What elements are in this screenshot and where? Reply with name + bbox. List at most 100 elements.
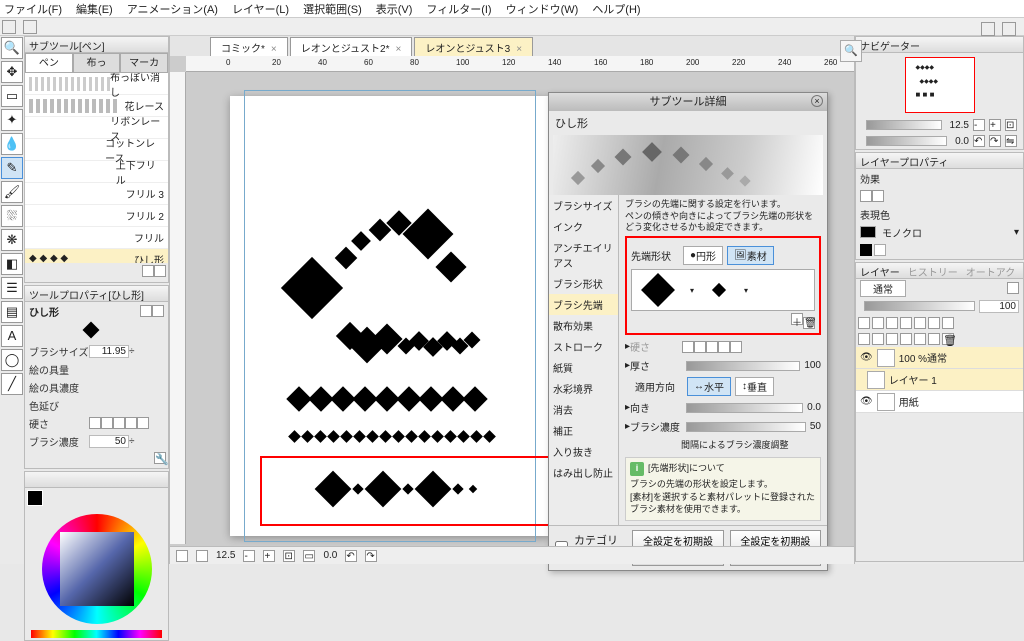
layer-btn[interactable] xyxy=(900,333,912,345)
close-icon[interactable]: × xyxy=(396,44,402,55)
val-brush-density2[interactable]: 50 xyxy=(810,421,821,432)
cmd-icon[interactable] xyxy=(23,20,37,34)
tool-blend[interactable]: ☰ xyxy=(1,277,23,299)
tip-material-well[interactable]: ▾ ▾ xyxy=(631,269,815,311)
fit-icon[interactable]: ▭ xyxy=(303,550,315,562)
tip-material[interactable]: 🖼 素材 xyxy=(727,246,774,265)
val-brush-size[interactable]: 11.95 xyxy=(89,345,129,358)
doc-tab[interactable]: レオンとジュスト2*× xyxy=(290,37,413,56)
rotate-right-icon[interactable]: ↷ xyxy=(989,135,1001,147)
tool-fill[interactable]: ▤ xyxy=(1,301,23,323)
rotate-icon[interactable]: ↷ xyxy=(365,550,377,562)
stepper-icon[interactable]: ÷ xyxy=(129,436,135,447)
cat-correction[interactable]: 補正 xyxy=(549,420,618,441)
cat-inout[interactable]: 入り抜き xyxy=(549,441,618,462)
menu-animation[interactable]: アニメーション(A) xyxy=(127,1,218,17)
nav-angle-slider[interactable] xyxy=(866,136,947,146)
layer-row[interactable]: 👁用紙 xyxy=(856,391,1023,413)
menu-window[interactable]: ウィンドウ(W) xyxy=(506,1,579,17)
thickness-slider[interactable] xyxy=(686,361,800,371)
direction-slider[interactable] xyxy=(686,403,803,413)
tool-wand[interactable]: ✦ xyxy=(1,109,23,131)
tip-circle[interactable]: ● 円形 xyxy=(683,246,723,265)
cat-erase[interactable]: 消去 xyxy=(549,399,618,420)
close-icon[interactable]: × xyxy=(811,95,823,107)
hue-bar[interactable] xyxy=(31,630,162,638)
tool-airbrush[interactable]: ⛆ xyxy=(1,205,23,227)
doc-tab[interactable]: レオンとジュスト3× xyxy=(414,37,533,56)
search-icon[interactable]: 🔍 xyxy=(840,40,862,62)
layer-icon[interactable] xyxy=(900,317,912,329)
tool-magnify[interactable]: 🔍 xyxy=(1,37,23,59)
dialog-title[interactable]: サブツール詳細 × xyxy=(549,93,827,111)
layer-row[interactable]: 👁100 %通常 xyxy=(856,347,1023,369)
layer-icon[interactable] xyxy=(886,317,898,329)
val-thickness[interactable]: 100 xyxy=(804,360,821,371)
layer-btn[interactable] xyxy=(914,333,926,345)
layer-icon[interactable] xyxy=(872,317,884,329)
lock-icon[interactable] xyxy=(152,305,164,317)
color-wheel[interactable] xyxy=(42,514,152,624)
cat-spray[interactable]: 散布効果 xyxy=(549,315,618,336)
zoom-in-icon[interactable]: + xyxy=(989,119,1001,131)
cmd-icon[interactable] xyxy=(2,20,16,34)
cat-overflow[interactable]: はみ出し防止 xyxy=(549,462,618,483)
val-direction[interactable]: 0.0 xyxy=(807,402,821,413)
swatch-black[interactable] xyxy=(860,226,876,238)
tool-balloon[interactable]: ◯ xyxy=(1,349,23,371)
nav-zoom-slider[interactable] xyxy=(866,120,942,130)
layer-opacity-slider[interactable] xyxy=(864,301,975,311)
flip-icon[interactable]: ⇋ xyxy=(1005,135,1017,147)
tool-ruler[interactable]: ╱ xyxy=(1,373,23,395)
dir-vertical[interactable]: ↕垂直 xyxy=(735,377,774,396)
tool-select[interactable]: ▭ xyxy=(1,85,23,107)
effect-border-icon[interactable] xyxy=(860,190,872,202)
layer-icon[interactable] xyxy=(914,317,926,329)
layer-btn[interactable] xyxy=(872,333,884,345)
blend-mode[interactable]: 通常 xyxy=(860,280,906,297)
tool-eyedrop[interactable]: 💧 xyxy=(1,133,23,155)
tool-eraser[interactable]: ◧ xyxy=(1,253,23,275)
menu-file[interactable]: ファイル(F) xyxy=(4,1,62,17)
tool-move[interactable]: ✥ xyxy=(1,61,23,83)
subtool-tab-cloth[interactable]: 布っ xyxy=(73,53,121,73)
menu-view[interactable]: 表示(V) xyxy=(376,1,413,17)
layer-btn[interactable] xyxy=(886,333,898,345)
fit-icon[interactable]: ⊡ xyxy=(1005,119,1017,131)
layer-icon[interactable] xyxy=(928,317,940,329)
cmd-icon[interactable] xyxy=(1002,22,1016,36)
layer-opacity[interactable]: 100 xyxy=(979,300,1019,313)
layer-btn[interactable] xyxy=(858,333,870,345)
cat-brush-shape[interactable]: ブラシ形状 xyxy=(549,273,618,294)
effect-tone-icon[interactable] xyxy=(872,190,884,202)
subtool-wrench-icon[interactable] xyxy=(154,265,166,277)
layer-row[interactable]: レイヤー 1 xyxy=(856,369,1023,391)
tool-brush[interactable]: 🖌 xyxy=(1,181,23,203)
layer-btn[interactable]: 🗑 xyxy=(942,333,954,345)
cat-ink[interactable]: インク xyxy=(549,216,618,237)
add-material-icon[interactable]: ＋ xyxy=(791,313,803,325)
brush-density-slider[interactable] xyxy=(686,422,806,432)
cat-antialias[interactable]: アンチエイリアス xyxy=(549,237,618,273)
layer-icon[interactable] xyxy=(858,317,870,329)
menu-select[interactable]: 選択範囲(S) xyxy=(303,1,362,17)
subtool-tab-marker[interactable]: マーカ xyxy=(120,53,168,73)
doc-tab[interactable]: コミック*× xyxy=(210,37,288,56)
brush-list[interactable]: 布っぽい消し 花レース リボンレース コットンレース 上下フリル フリル 3 フ… xyxy=(25,73,168,263)
menu-layer[interactable]: レイヤー(L) xyxy=(232,1,289,17)
subtool-tab-pen[interactable]: ペン xyxy=(25,53,73,73)
tool-text[interactable]: A xyxy=(1,325,23,347)
zoom-out-icon[interactable]: - xyxy=(243,550,255,562)
close-icon[interactable]: × xyxy=(516,44,522,55)
status-icon[interactable] xyxy=(196,550,208,562)
eye-icon[interactable]: 👁 xyxy=(860,396,873,407)
cat-watercolor[interactable]: 水彩境界 xyxy=(549,378,618,399)
swatch[interactable] xyxy=(860,244,872,256)
rotate-icon[interactable]: ↶ xyxy=(345,550,357,562)
auto-tab[interactable]: オートアク xyxy=(966,264,1016,277)
menu-edit[interactable]: 編集(E) xyxy=(76,1,113,17)
tool-pen[interactable]: ✎ xyxy=(1,157,23,179)
navigator-thumb[interactable]: ◆◆◆◆ ◆◆◆◆ ■ ■ ■ xyxy=(905,57,975,113)
cat-brush-size[interactable]: ブラシサイズ xyxy=(549,195,618,216)
subtool-menu-icon[interactable] xyxy=(142,265,154,277)
